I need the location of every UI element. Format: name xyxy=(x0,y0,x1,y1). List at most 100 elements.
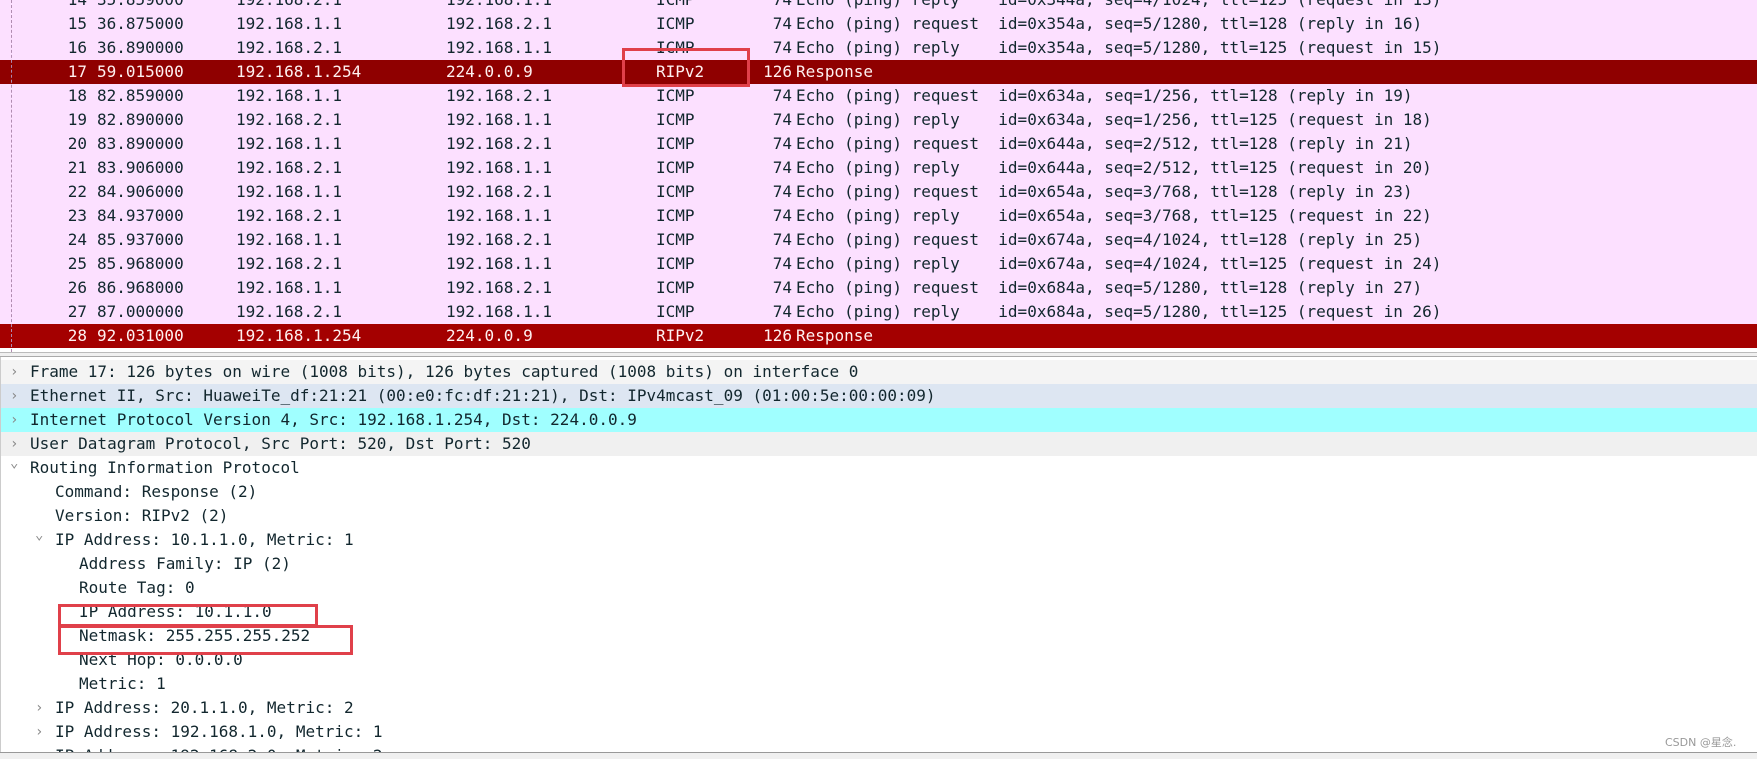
packet-protocol: RIPv2 xyxy=(656,326,705,345)
packet-row[interactable]: 21 83.906000 192.168.2.1 192.168.1.1 ICMP 74 E… xyxy=(0,156,1757,180)
chevron-right-icon[interactable]: › xyxy=(10,360,18,384)
packet-source: 192.168.2.1 xyxy=(236,254,342,273)
packet-source: 192.168.2.1 xyxy=(236,158,342,177)
packet-destination: 192.168.2.1 xyxy=(446,134,552,153)
chevron-down-icon[interactable]: ⌄ xyxy=(10,451,18,475)
packet-info: Echo (ping) request id=0x644a, seq=2/512… xyxy=(796,134,1413,153)
chevron-right-icon[interactable]: › xyxy=(35,744,43,752)
packet-source: 192.168.2.1 xyxy=(236,38,342,57)
packet-source: 192.168.2.1 xyxy=(236,302,342,321)
packet-destination: 192.168.1.1 xyxy=(446,206,552,225)
chevron-right-icon[interactable]: › xyxy=(35,696,43,720)
packet-destination: 192.168.1.1 xyxy=(446,254,552,273)
tree-item-label: User Datagram Protocol, Src Port: 520, D… xyxy=(30,434,531,453)
packet-destination: 192.168.1.1 xyxy=(446,158,552,177)
packet-info: Response xyxy=(796,62,874,81)
packet-source: 192.168.1.254 xyxy=(236,326,362,345)
packet-length: 74 xyxy=(772,38,792,57)
packet-time: 87.000000 xyxy=(97,302,184,321)
packet-source: 192.168.2.1 xyxy=(236,0,342,12)
packet-destination: 192.168.1.1 xyxy=(446,38,552,57)
packet-time: 82.890000 xyxy=(97,110,184,129)
tree-item[interactable]: › User Datagram Protocol, Src Port: 520, … xyxy=(1,432,1757,456)
packet-info: Echo (ping) reply id=0x684a, seq=5/1280,… xyxy=(796,302,1442,321)
tree-item-label: IP Address: 192.168.1.0, Metric: 1 xyxy=(55,722,383,741)
packet-source: 192.168.1.1 xyxy=(236,134,342,153)
packet-protocol: ICMP xyxy=(656,14,695,33)
packet-protocol: ICMP xyxy=(656,278,695,297)
packet-row[interactable]: 26 86.968000 192.168.1.1 192.168.2.1 ICMP 74 E… xyxy=(0,276,1757,300)
packet-destination: 192.168.2.1 xyxy=(446,278,552,297)
packet-time: 59.015000 xyxy=(97,62,184,81)
tree-item[interactable]: › Frame 17: 126 bytes on wire (1008 bits)… xyxy=(1,360,1757,384)
packet-info: Echo (ping) request id=0x354a, seq=5/128… xyxy=(796,14,1423,33)
tree-item[interactable]: › IP Address: 192.168.2.0, Metric: 2 xyxy=(1,744,1757,752)
packet-source: 192.168.2.1 xyxy=(236,206,342,225)
packet-length: 74 xyxy=(772,254,792,273)
packet-number: 17 xyxy=(67,62,87,81)
tree-item[interactable]: ⌄ IP Address: 10.1.1.0, Metric: 1 xyxy=(1,527,1757,552)
highlight-box-netmask xyxy=(58,625,353,655)
tree-item[interactable]: Route Tag: 0 xyxy=(1,576,1757,600)
tree-item[interactable]: ⌄ Routing Information Protocol xyxy=(1,455,1757,480)
packet-length: 74 xyxy=(772,206,792,225)
packet-number: 16 xyxy=(67,38,87,57)
packet-row[interactable]: 24 85.937000 192.168.1.1 192.168.2.1 ICMP 74 E… xyxy=(0,228,1757,252)
packet-length: 74 xyxy=(772,110,792,129)
packet-number: 28 xyxy=(67,326,87,345)
packet-destination: 192.168.1.1 xyxy=(446,302,552,321)
packet-destination: 192.168.2.1 xyxy=(446,14,552,33)
tree-item[interactable]: Version: RIPv2 (2) xyxy=(1,504,1757,528)
packet-row[interactable]: 15 36.875000 192.168.1.1 192.168.2.1 ICMP 74 E… xyxy=(0,12,1757,36)
chevron-right-icon[interactable]: › xyxy=(10,384,18,408)
packet-destination: 192.168.2.1 xyxy=(446,86,552,105)
tree-item[interactable]: Metric: 1 xyxy=(1,672,1757,696)
packet-info: Echo (ping) reply id=0x654a, seq=3/768, … xyxy=(796,206,1432,225)
chevron-right-icon[interactable]: › xyxy=(10,408,18,432)
packet-row[interactable]: 28 92.031000 192.168.1.254 224.0.0.9 RIPv2 12… xyxy=(0,324,1757,348)
packet-destination: 224.0.0.9 xyxy=(446,326,533,345)
packet-destination: 192.168.2.1 xyxy=(446,182,552,201)
packet-protocol: ICMP xyxy=(656,134,695,153)
packet-number: 14 xyxy=(68,0,87,12)
packet-info: Echo (ping) reply id=0x354a, seq=5/1280,… xyxy=(796,38,1442,57)
chevron-down-icon[interactable]: ⌄ xyxy=(35,523,43,547)
packet-row[interactable]: 23 84.937000 192.168.2.1 192.168.1.1 ICMP 74 E… xyxy=(0,204,1757,228)
packet-row[interactable]: 14 35.859000 192.168.2.1 192.168.1.1 ICMP 74 E… xyxy=(0,0,1757,12)
packet-length: 74 xyxy=(772,182,792,201)
packet-protocol: ICMP xyxy=(656,158,695,177)
packet-protocol: ICMP xyxy=(656,302,695,321)
tree-item[interactable]: Command: Response (2) xyxy=(1,480,1757,504)
packet-row[interactable]: 18 82.859000 192.168.1.1 192.168.2.1 ICMP 74 E… xyxy=(0,84,1757,108)
packet-length: 74 xyxy=(773,0,792,12)
tree-item[interactable]: Address Family: IP (2) xyxy=(1,552,1757,576)
packet-source: 192.168.1.1 xyxy=(236,278,342,297)
packet-row[interactable]: 20 83.890000 192.168.1.1 192.168.2.1 ICMP 74 E… xyxy=(0,132,1757,156)
packet-row[interactable]: 19 82.890000 192.168.2.1 192.168.1.1 ICMP 74 E… xyxy=(0,108,1757,132)
tree-item-label: Address Family: IP (2) xyxy=(79,554,291,573)
packet-protocol: ICMP xyxy=(656,230,695,249)
tree-item[interactable]: › Internet Protocol Version 4, Src: 192.1… xyxy=(1,408,1757,432)
packet-protocol: ICMP xyxy=(656,0,695,12)
packet-row[interactable]: 27 87.000000 192.168.2.1 192.168.1.1 ICMP 74 E… xyxy=(0,300,1757,324)
packet-row[interactable]: 17 59.015000 192.168.1.254 224.0.0.9 RIPv2 12… xyxy=(0,60,1757,84)
packet-source: 192.168.1.1 xyxy=(236,230,342,249)
tree-item[interactable]: › IP Address: 192.168.1.0, Metric: 1 xyxy=(1,720,1757,744)
tree-item[interactable]: › IP Address: 20.1.1.0, Metric: 2 xyxy=(1,696,1757,720)
packet-length: 74 xyxy=(772,278,792,297)
packet-protocol: ICMP xyxy=(656,86,695,105)
packet-time: 86.968000 xyxy=(97,278,184,297)
packet-source: 192.168.1.1 xyxy=(236,14,342,33)
packet-row[interactable]: 25 85.968000 192.168.2.1 192.168.1.1 ICMP 74 E… xyxy=(0,252,1757,276)
packet-length: 74 xyxy=(772,134,792,153)
packet-protocol: ICMP xyxy=(656,254,695,273)
packet-details-tree: › Frame 17: 126 bytes on wire (1008 bits)… xyxy=(0,357,1757,752)
packet-info: Echo (ping) reply id=0x674a, seq=4/1024,… xyxy=(796,254,1442,273)
packet-time: 36.890000 xyxy=(97,38,184,57)
chevron-right-icon[interactable]: › xyxy=(35,720,43,744)
packet-number: 19 xyxy=(67,110,87,129)
packet-time: 84.937000 xyxy=(97,206,184,225)
packet-row[interactable]: 22 84.906000 192.168.1.1 192.168.2.1 ICMP 74 E… xyxy=(0,180,1757,204)
tree-item[interactable]: › Ethernet II, Src: HuaweiTe_df:21:21 (00… xyxy=(1,384,1757,408)
packet-row[interactable]: 16 36.890000 192.168.2.1 192.168.1.1 ICMP 74 E… xyxy=(0,36,1757,60)
